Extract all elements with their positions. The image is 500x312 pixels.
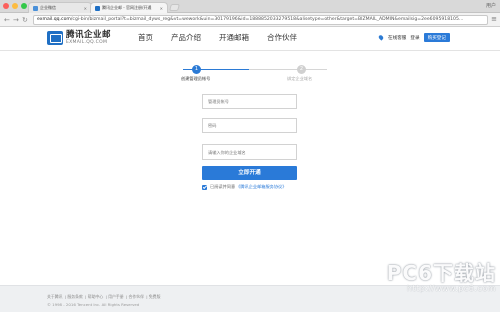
url-path: /cgi-bin/bizmail_portal?t=bizmail_dyws_r… (70, 17, 464, 22)
close-tab-icon[interactable]: ✕ (82, 6, 87, 11)
new-tab-button[interactable] (169, 4, 180, 11)
tab-favicon-icon (33, 5, 38, 11)
header-actions: 在线客服 登录 购买登记 (377, 33, 450, 42)
browser-tab-2[interactable]: 腾讯企业邮 - 官网注册/开通 ✕ (90, 2, 168, 13)
close-tab-icon[interactable]: ✕ (158, 6, 163, 11)
footer-links: 关于腾讯 | 服务条款 | 帮助中心 | 用户手册 | 合作伙伴 | 免费版 (47, 294, 161, 299)
step-2-label: 绑定企业域名 (287, 76, 313, 81)
step-remaining-line (249, 69, 327, 70)
forward-arrow-icon[interactable]: → (13, 16, 19, 24)
step-2-dot: 2 (297, 65, 306, 74)
agree-checkbox[interactable] (202, 184, 207, 190)
minimize-window-icon[interactable] (12, 3, 18, 9)
open-now-button[interactable]: 立即开通 (202, 166, 297, 180)
tab-favicon-icon (95, 5, 100, 11)
watermark-brand: PC6下载站 (386, 261, 496, 285)
footer-link-manual[interactable]: 用户手册 (108, 294, 124, 299)
footer-link-about[interactable]: 关于腾讯 (47, 294, 63, 299)
footer-link-terms[interactable]: 服务条款 (67, 294, 83, 299)
profile-button[interactable]: 用户 (486, 2, 496, 9)
buy-button[interactable]: 购买登记 (423, 33, 450, 42)
online-consult-link[interactable]: 在线客服 (388, 35, 406, 41)
site-header: 腾讯企业邮 EXMAIL.QQ.COM 首页 产品介绍 开通邮箱 合作伙伴 在线… (0, 27, 500, 51)
admin-account-input[interactable] (202, 94, 297, 109)
maximize-window-icon[interactable] (21, 3, 27, 9)
site-footer: 关于腾讯 | 服务条款 | 帮助中心 | 用户手册 | 合作伙伴 | 免费版 ©… (0, 285, 500, 312)
close-window-icon[interactable] (3, 3, 9, 9)
tab-label: 腾讯企业邮 - 官网注册/开通 (102, 5, 152, 10)
agree-text: 已阅读并同意 (210, 184, 236, 189)
browser-tab-1[interactable]: 企业微信 ✕ (28, 2, 92, 13)
reload-icon[interactable]: ↻ (22, 16, 28, 24)
password-input[interactable] (202, 118, 297, 133)
back-arrow-icon[interactable]: ← (4, 16, 10, 24)
nav-partners[interactable]: 合作伙伴 (267, 33, 297, 43)
window-controls (3, 3, 27, 9)
nav-home[interactable]: 首页 (138, 33, 153, 43)
browser-tab-bar: 企业微信 ✕ 腾讯企业邮 - 官网注册/开通 ✕ 用户 (0, 0, 500, 13)
footer-link-partners[interactable]: 合作伙伴 (128, 294, 144, 299)
logo-name: 腾讯企业邮 (66, 30, 112, 40)
step-1-dot: 1 (192, 65, 201, 74)
tab-label: 企业微信 (40, 5, 56, 10)
browser-toolbar: ← → ↻ exmail.qq.com/cgi-bin/bizmail_port… (0, 13, 500, 27)
browser-menu-icon[interactable]: ≡ (491, 16, 497, 23)
nav-open-mailbox[interactable]: 开通邮箱 (219, 33, 249, 43)
address-bar[interactable]: exmail.qq.com/cgi-bin/bizmail_portal?t=b… (33, 15, 488, 25)
footer-link-help[interactable]: 帮助中心 (88, 294, 104, 299)
logo[interactable]: 腾讯企业邮 EXMAIL.QQ.COM (47, 31, 111, 45)
service-agreement-link[interactable]: 《腾讯企业邮箱服务协议》 (236, 184, 286, 190)
main-nav: 首页 产品介绍 开通邮箱 合作伙伴 (138, 33, 315, 43)
step-indicator: 1 2 创建管理员帐号 绑定企业域名 (0, 64, 500, 84)
nav-product[interactable]: 产品介绍 (171, 33, 201, 43)
mail-logo-icon (47, 31, 63, 45)
agreement-row: 已阅读并同意 《腾讯企业邮箱服务协议》 (202, 184, 286, 190)
step-1-label: 创建管理员帐号 (181, 76, 211, 81)
login-link[interactable]: 登录 (410, 35, 419, 41)
logo-domain: EXMAIL.QQ.COM (66, 39, 108, 45)
footer-link-free[interactable]: 免费版 (149, 294, 161, 299)
location-pin-icon (377, 34, 385, 41)
url-host: exmail.qq.com (37, 17, 71, 22)
domain-input[interactable] (202, 144, 297, 160)
copyright: © 1998 - 2016 Tencent Inc. All Rights Re… (47, 302, 140, 307)
